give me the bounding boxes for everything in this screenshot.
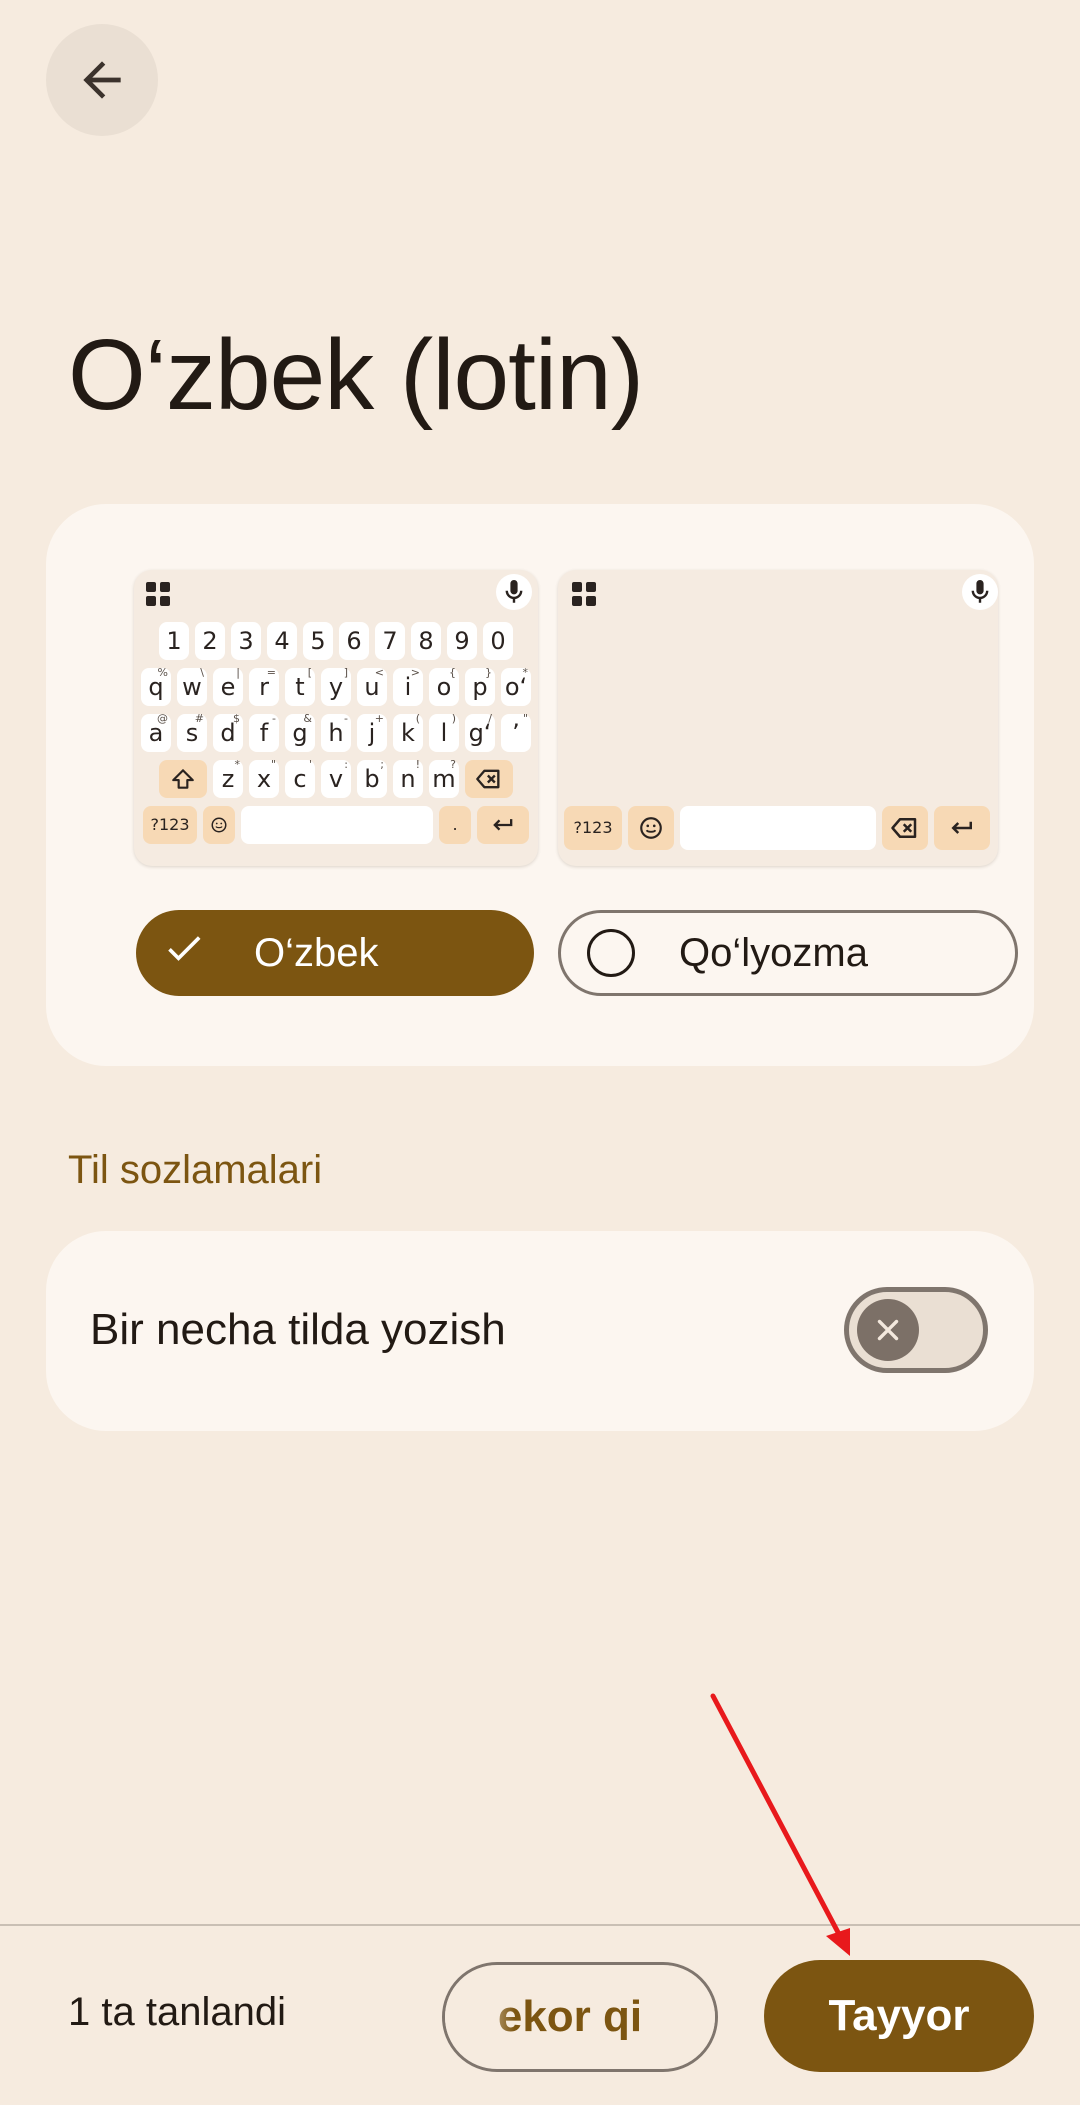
backspace-key-icon — [465, 760, 513, 798]
keyboard-key: l) — [429, 712, 459, 752]
section-title: Til sozlamalari — [68, 1148, 323, 1192]
done-button-label: Tayyor — [828, 1991, 970, 2040]
keyboard-key: g‘ / — [465, 712, 495, 752]
keyboard-key: t[ — [285, 666, 315, 706]
keyboard-key: y] — [321, 666, 351, 706]
keyboard-key: a @ — [141, 712, 171, 752]
shift-key-icon — [159, 760, 207, 798]
back-button[interactable] — [46, 24, 158, 136]
keyboard-row-2: a @ s # d $ f - g & h - j + k(l) g‘ /’ " — [140, 712, 532, 752]
keyboard-key: x " — [249, 758, 279, 798]
apps-icon — [146, 582, 170, 606]
keyboard-key: g & — [285, 712, 315, 752]
keyboard-key: 7 — [375, 622, 405, 660]
chip-label: O‘zbek — [254, 930, 379, 975]
arrow-left-icon — [83, 61, 121, 99]
keyboard-key: 9 — [447, 622, 477, 660]
keyboard-key: p} — [465, 666, 495, 706]
apps-icon — [572, 582, 596, 606]
keyboard-key: e | — [213, 666, 243, 706]
keyboard-key: ’ " — [501, 712, 531, 752]
mic-icon — [496, 574, 532, 610]
skip-button[interactable]: ekor qi — [442, 1962, 718, 2072]
close-icon — [877, 1319, 899, 1341]
multilingual-toggle[interactable] — [844, 1287, 988, 1373]
radio-icon — [587, 929, 635, 977]
enter-key-icon — [477, 806, 529, 844]
keyboard-row-1: q% w \ e | r = t[y] u < i > o{p} o‘ * — [140, 666, 532, 706]
check-icon — [162, 926, 206, 980]
setting-label: Bir necha tilda yozish — [90, 1305, 506, 1354]
keyboard-key: o{ — [429, 666, 459, 706]
layout-chip-handwriting[interactable]: Qo‘lyozma — [558, 910, 1018, 996]
emoji-key-icon — [203, 806, 235, 844]
multilingual-setting[interactable]: Bir necha tilda yozish — [46, 1231, 1034, 1431]
keyboard-row-bottom: ?123 — [564, 806, 990, 850]
keyboard-key: 0 — [483, 622, 513, 660]
keyboard-key: w \ — [177, 666, 207, 706]
keyboard-key: u < — [357, 666, 387, 706]
keyboard-key: v: — [321, 758, 351, 798]
done-button[interactable]: Tayyor — [764, 1960, 1034, 2072]
keyboard-key: k( — [393, 712, 423, 752]
backspace-key-icon — [882, 806, 928, 850]
skip-button-label: ekor qi — [497, 1992, 643, 2041]
keyboard-preview-handwriting[interactable]: ?123 — [558, 570, 998, 866]
keyboard-key: b; — [357, 758, 387, 798]
keyboard-number-row: 1234567890 — [140, 622, 532, 660]
keyboard-key: j + — [357, 712, 387, 752]
keyboard-key: 6 — [339, 622, 369, 660]
footer-divider — [0, 1924, 1080, 1926]
keyboard-key: 5 — [303, 622, 333, 660]
period-key: . — [439, 806, 471, 844]
keyboard-key: c ' — [285, 758, 315, 798]
enter-key-icon — [934, 806, 990, 850]
symbols-key: ?123 — [143, 806, 197, 844]
keyboard-key: s # — [177, 712, 207, 752]
emoji-key-icon — [628, 806, 674, 850]
keyboard-row-bottom: ?123 . — [140, 806, 532, 844]
keyboard-key: q% — [141, 666, 171, 706]
keyboard-row-3: z * x " c ' v: b; n! m? — [140, 758, 532, 798]
toggle-thumb — [857, 1299, 919, 1361]
space-key — [680, 806, 876, 850]
symbols-key: ?123 — [564, 806, 622, 850]
selected-count: 1 ta tanlandi — [68, 1990, 286, 2034]
layout-card: 1234567890 q% w \ e | r = t[y] u < i > o{p} o‘ * a @ s # d… — [46, 504, 1034, 1066]
keyboard-key: z * — [213, 758, 243, 798]
keyboard-key: 1 — [159, 622, 189, 660]
keyboard-key: f- — [249, 712, 279, 752]
keyboard-key: i > — [393, 666, 423, 706]
space-key — [241, 806, 433, 844]
keyboard-key: o‘ * — [501, 666, 531, 706]
keyboard-key: 2 — [195, 622, 225, 660]
keyboard-key: 3 — [231, 622, 261, 660]
chip-label: Qo‘lyozma — [679, 930, 868, 975]
keyboard-preview-uzbek[interactable]: 1234567890 q% w \ e | r = t[y] u < i > o{p} o‘ * a @ s # d… — [134, 570, 538, 866]
keyboard-key: r = — [249, 666, 279, 706]
keyboard-key: 4 — [267, 622, 297, 660]
keyboard-key: 8 — [411, 622, 441, 660]
layout-chip-uzbek[interactable]: O‘zbek — [136, 910, 534, 996]
page-title: O‘zbek (lotin) — [68, 319, 644, 431]
keyboard-key: h- — [321, 712, 351, 752]
keyboard-key: n! — [393, 758, 423, 798]
keyboard-key: d $ — [213, 712, 243, 752]
mic-icon — [962, 574, 998, 610]
keyboard-key: m? — [429, 758, 459, 798]
